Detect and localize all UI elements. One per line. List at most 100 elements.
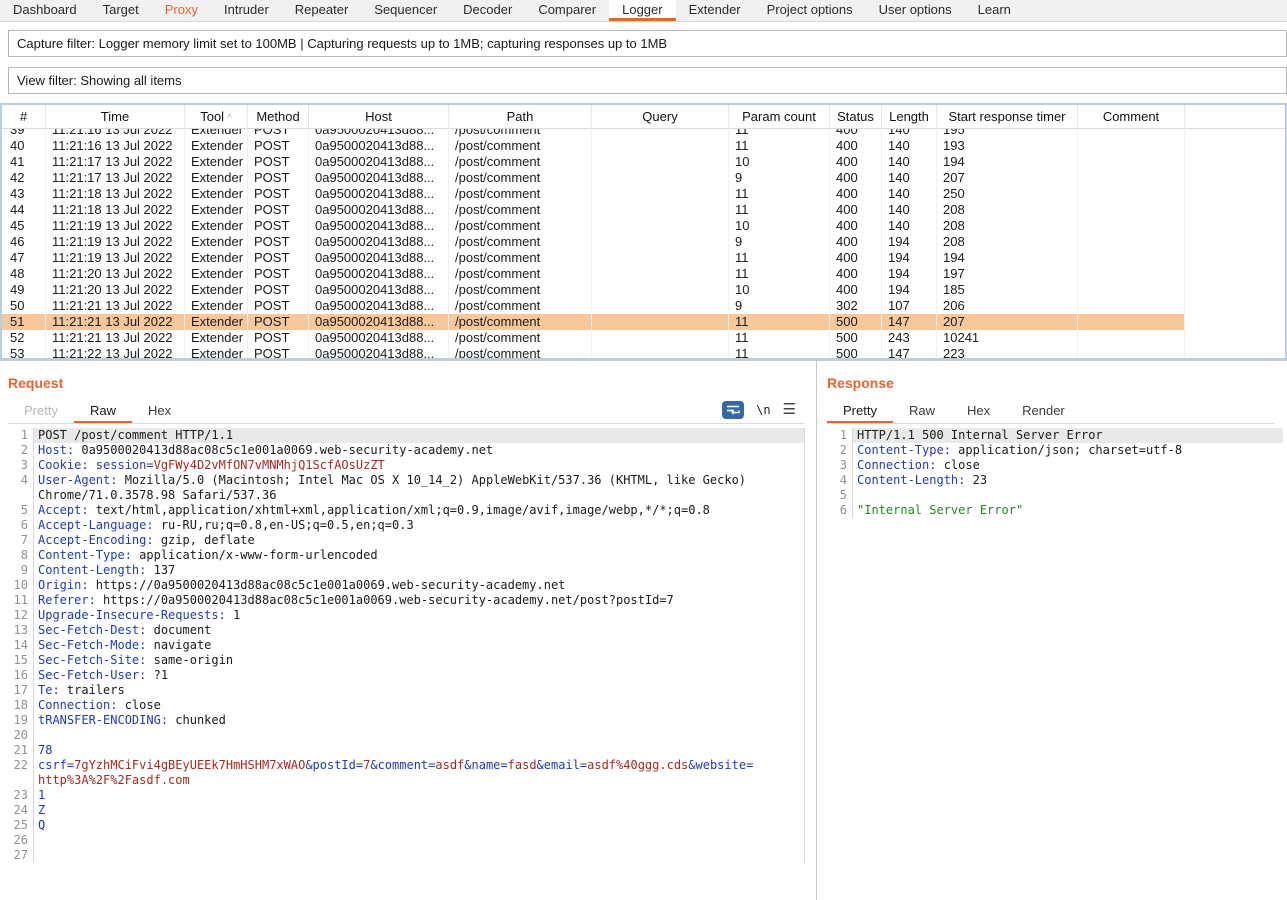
line-content: tRANSFER-ENCODING: chunked xyxy=(34,713,804,728)
cell-length: 243 xyxy=(882,330,937,346)
line-content: Sec-Fetch-Site: same-origin xyxy=(34,653,804,668)
cell-timer: 10241 xyxy=(937,330,1078,346)
cell-query xyxy=(592,138,729,154)
column-header-path[interactable]: Path xyxy=(449,105,592,129)
menu-tab-repeater[interactable]: Repeater xyxy=(282,0,361,21)
menu-tab-extender[interactable]: Extender xyxy=(676,0,754,21)
menu-tab-learn[interactable]: Learn xyxy=(965,0,1024,21)
cell-time: 11:21:19 13 Jul 2022 xyxy=(46,250,185,266)
table-row[interactable]: 4611:21:19 13 Jul 2022ExtenderPOST0a9500… xyxy=(2,234,1285,250)
menu-tab-comparer[interactable]: Comparer xyxy=(525,0,609,21)
cell-length: 194 xyxy=(882,282,937,298)
column-header-start-response-timer[interactable]: Start response timer xyxy=(937,105,1078,129)
menu-tab-target[interactable]: Target xyxy=(90,0,152,21)
cell-time: 11:21:20 13 Jul 2022 xyxy=(46,266,185,282)
pretty-print-toggle-icon[interactable] xyxy=(722,401,744,419)
column-header-status[interactable]: Status xyxy=(830,105,882,129)
view-filter-bar[interactable]: View filter: Showing all items xyxy=(8,67,1287,94)
cell-path: /post/comment xyxy=(449,314,592,330)
cell-status: 400 xyxy=(830,234,882,250)
editor-menu-icon[interactable]: ☰ xyxy=(783,401,796,419)
line-number: 19 xyxy=(8,713,34,728)
column-header-length[interactable]: Length xyxy=(882,105,937,129)
line-content: Accept-Language: ru-RU,ru;q=0.8,en-US;q=… xyxy=(34,518,804,533)
table-row[interactable]: 5111:21:21 13 Jul 2022ExtenderPOST0a9500… xyxy=(2,314,1285,330)
cell-param_count: 11 xyxy=(729,186,830,202)
table-row[interactable]: 5011:21:21 13 Jul 2022ExtenderPOST0a9500… xyxy=(2,298,1285,314)
menu-tab-intruder[interactable]: Intruder xyxy=(211,0,282,21)
cell-query xyxy=(592,154,729,170)
logger-table-rows-viewport[interactable]: 3911:21:16 13 Jul 2022ExtenderPOST0a9500… xyxy=(2,129,1285,358)
cell-status: 400 xyxy=(830,250,882,266)
cell-method: POST xyxy=(248,170,309,186)
cell-method: POST xyxy=(248,186,309,202)
table-row[interactable]: 3911:21:16 13 Jul 2022ExtenderPOST0a9500… xyxy=(2,129,1285,138)
editor-tab-raw[interactable]: Raw xyxy=(893,400,951,423)
cell-method: POST xyxy=(248,218,309,234)
response-editor[interactable]: 1HTTP/1.1 500 Internal Server Error2Cont… xyxy=(827,428,1283,518)
table-row[interactable]: 4211:21:17 13 Jul 2022ExtenderPOST0a9500… xyxy=(2,170,1285,186)
editor-tab-pretty[interactable]: Pretty xyxy=(827,400,893,423)
editor-line: 12Upgrade-Insecure-Requests: 1 xyxy=(8,608,804,623)
table-row[interactable]: 4711:21:19 13 Jul 2022ExtenderPOST0a9500… xyxy=(2,250,1285,266)
newline-display-icon[interactable]: \n xyxy=(756,403,770,417)
menu-tab-proxy[interactable]: Proxy xyxy=(152,0,211,21)
editor-tab-render[interactable]: Render xyxy=(1006,400,1081,423)
line-number: 6 xyxy=(8,518,34,533)
table-row[interactable]: 4311:21:18 13 Jul 2022ExtenderPOST0a9500… xyxy=(2,186,1285,202)
line-number: 1 xyxy=(8,428,34,443)
table-row[interactable]: 4111:21:17 13 Jul 2022ExtenderPOST0a9500… xyxy=(2,154,1285,170)
column-header-#[interactable]: # xyxy=(2,105,46,129)
menu-tab-project-options[interactable]: Project options xyxy=(754,0,866,21)
column-header-param-count[interactable]: Param count xyxy=(729,105,830,129)
column-header-tool[interactable]: Tool^ xyxy=(185,105,248,129)
editor-line: 5 xyxy=(827,488,1283,503)
cell-length: 140 xyxy=(882,154,937,170)
logger-table-header[interactable]: #TimeTool^MethodHostPathQueryParam count… xyxy=(2,105,1285,129)
table-row[interactable]: 4811:21:20 13 Jul 2022ExtenderPOST0a9500… xyxy=(2,266,1285,282)
cell-filler xyxy=(1185,314,1285,330)
editor-line: 1HTTP/1.1 500 Internal Server Error xyxy=(827,428,1283,443)
line-content: Connection: close xyxy=(853,458,1283,473)
line-content: Host: 0a9500020413d88ac08c5c1e001a0069.w… xyxy=(34,443,804,458)
table-row[interactable]: 4511:21:19 13 Jul 2022ExtenderPOST0a9500… xyxy=(2,218,1285,234)
table-row[interactable]: 5311:21:22 13 Jul 2022ExtenderPOST0a9500… xyxy=(2,346,1285,358)
column-header-method[interactable]: Method xyxy=(248,105,309,129)
line-number: 6 xyxy=(827,503,853,518)
cell-timer: 194 xyxy=(937,154,1078,170)
cell-host: 0a9500020413d88... xyxy=(309,266,449,282)
editor-tab-hex[interactable]: Hex xyxy=(132,400,187,423)
menu-tab-dashboard[interactable]: Dashboard xyxy=(0,0,90,21)
column-header-host[interactable]: Host xyxy=(309,105,449,129)
cell-comment xyxy=(1078,202,1185,218)
editor-tab-pretty[interactable]: Pretty xyxy=(8,400,74,423)
cell-status: 500 xyxy=(830,346,882,358)
line-content: http%3A%2F%2Fasdf.com xyxy=(34,773,804,788)
editor-tab-hex[interactable]: Hex xyxy=(951,400,1006,423)
cell-comment xyxy=(1078,298,1185,314)
request-editor[interactable]: 1POST /post/comment HTTP/1.12Host: 0a950… xyxy=(8,428,805,863)
table-row[interactable]: 4011:21:16 13 Jul 2022ExtenderPOST0a9500… xyxy=(2,138,1285,154)
column-header-comment[interactable]: Comment xyxy=(1078,105,1185,129)
menu-tab-sequencer[interactable]: Sequencer xyxy=(361,0,450,21)
column-header-time[interactable]: Time xyxy=(46,105,185,129)
menu-tab-decoder[interactable]: Decoder xyxy=(450,0,525,21)
editor-line: 4User-Agent: Mozilla/5.0 (Macintosh; Int… xyxy=(8,473,804,488)
cell-path: /post/comment xyxy=(449,234,592,250)
table-row[interactable]: 4911:21:20 13 Jul 2022ExtenderPOST0a9500… xyxy=(2,282,1285,298)
cell-host: 0a9500020413d88... xyxy=(309,346,449,358)
column-header-query[interactable]: Query xyxy=(592,105,729,129)
table-row[interactable]: 4411:21:18 13 Jul 2022ExtenderPOST0a9500… xyxy=(2,202,1285,218)
table-row[interactable]: 5211:21:21 13 Jul 2022ExtenderPOST0a9500… xyxy=(2,330,1285,346)
cell-comment xyxy=(1078,282,1185,298)
cell-time: 11:21:22 13 Jul 2022 xyxy=(46,346,185,358)
menu-tab-logger[interactable]: Logger xyxy=(609,0,675,21)
menu-tab-user-options[interactable]: User options xyxy=(866,0,965,21)
cell-num: 42 xyxy=(2,170,46,186)
capture-filter-bar[interactable]: Capture filter: Logger memory limit set … xyxy=(8,30,1287,57)
cell-length: 140 xyxy=(882,129,937,138)
cell-tool: Extender xyxy=(185,218,248,234)
cell-timer: 208 xyxy=(937,202,1078,218)
cell-comment xyxy=(1078,314,1185,330)
editor-tab-raw[interactable]: Raw xyxy=(74,400,132,423)
